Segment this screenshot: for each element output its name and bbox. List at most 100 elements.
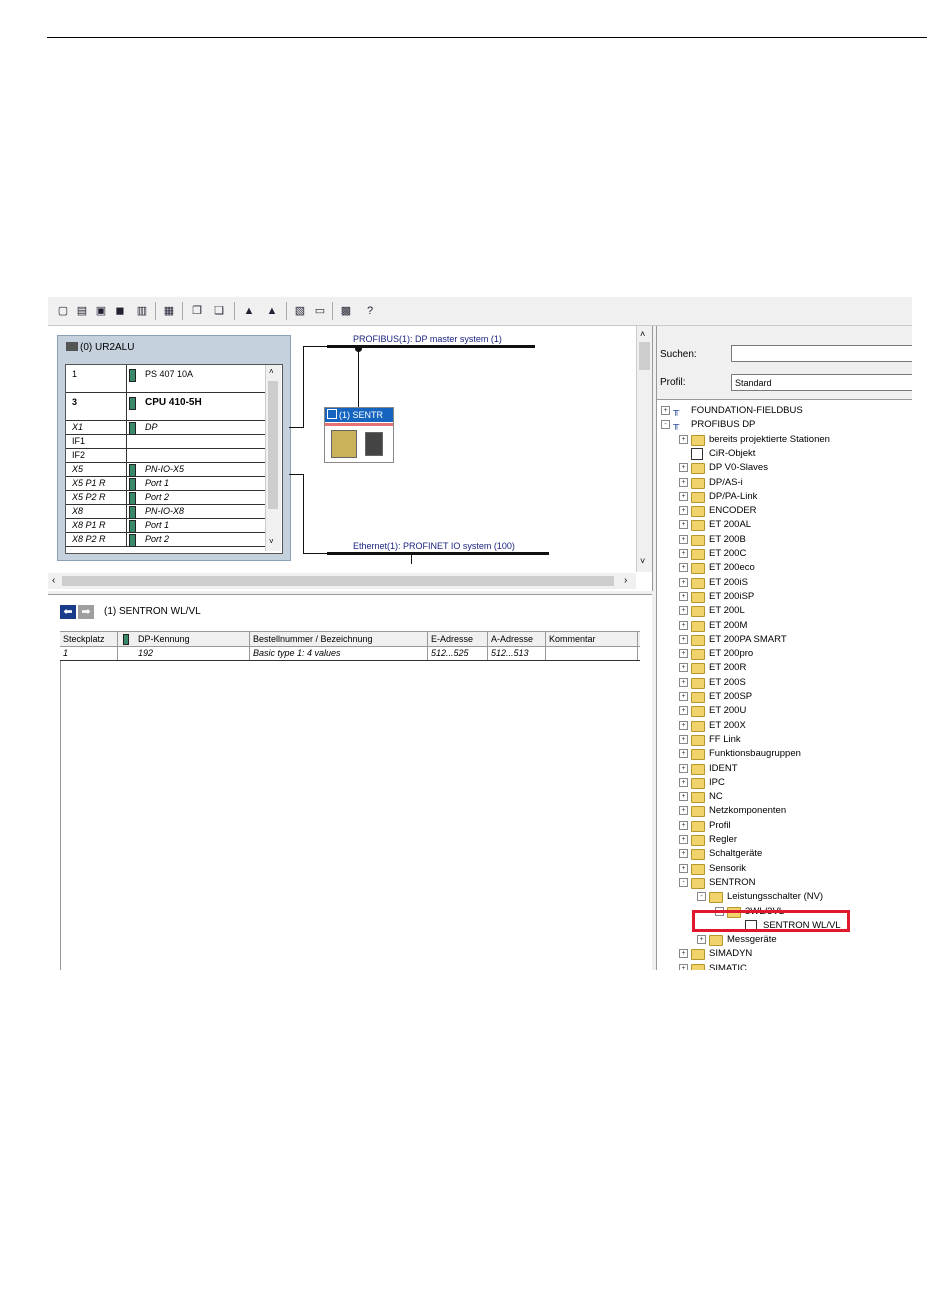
expand-icon[interactable]: +: [679, 491, 688, 501]
expand-icon[interactable]: +: [679, 949, 688, 959]
expand-icon[interactable]: +: [679, 792, 688, 802]
rack-module[interactable]: CPU 410-5H: [126, 393, 267, 420]
rack-module[interactable]: Port 2: [126, 491, 267, 505]
expand-icon[interactable]: +: [679, 591, 688, 601]
expand-icon[interactable]: +: [679, 820, 688, 830]
cell-dp-id[interactable]: 192: [118, 646, 250, 660]
paste-icon[interactable]: ❏: [211, 303, 227, 319]
netpro-icon[interactable]: ▩: [338, 303, 354, 319]
expand-icon[interactable]: +: [679, 706, 688, 716]
col-header-slot[interactable]: Steckplatz: [60, 632, 118, 646]
scroll-right-icon[interactable]: ›: [624, 575, 627, 586]
rack-row[interactable]: X5 P1 R Port 1: [66, 477, 266, 491]
expand-icon[interactable]: +: [679, 506, 688, 516]
rack-row[interactable]: X5 P2 R Port 2: [66, 491, 266, 505]
expand-icon[interactable]: +: [679, 963, 688, 970]
expand-icon[interactable]: +: [679, 534, 688, 544]
scroll-up-icon[interactable]: ˄: [640, 329, 645, 339]
catalog-station-icon[interactable]: ▲: [241, 303, 257, 319]
expand-icon[interactable]: +: [679, 777, 688, 787]
rack-row[interactable]: X8 P1 R Port 1: [66, 519, 266, 533]
catalog-network-icon[interactable]: ▲: [264, 303, 280, 319]
expand-icon[interactable]: +: [679, 692, 688, 701]
rack-row[interactable]: X8 PN-IO-X8: [66, 505, 266, 519]
cell-output-address[interactable]: 512...513: [488, 646, 546, 660]
expand-icon[interactable]: +: [679, 434, 688, 444]
table-row[interactable]: 1 192 Basic type 1: 4 values 512...525 5…: [60, 646, 640, 661]
cell-input-address[interactable]: 512...525: [428, 646, 488, 660]
save-icon[interactable]: ▣: [93, 303, 109, 319]
scroll-down-icon[interactable]: ˅: [269, 537, 274, 546]
rack-module[interactable]: Port 2: [126, 533, 267, 547]
rack-row[interactable]: IF1: [66, 435, 266, 449]
expand-icon[interactable]: +: [679, 849, 688, 859]
station-rack-window[interactable]: (0) UR2ALU 1 PS 407 10A 3 CPU 410-5H X1 DP IF1…: [57, 335, 291, 561]
rack-row[interactable]: 1 PS 407 10A: [66, 365, 266, 393]
station-vscroll[interactable]: ˄ ˅: [636, 326, 652, 572]
rack-module[interactable]: Port 1: [126, 519, 267, 533]
rack-row[interactable]: X8 P2 R Port 2: [66, 533, 266, 547]
copy-icon[interactable]: ❐: [189, 303, 205, 319]
hardware-catalog-icon[interactable]: ▧: [292, 303, 308, 319]
expand-icon[interactable]: +: [679, 663, 688, 673]
expand-icon[interactable]: +: [679, 477, 688, 487]
rack-row[interactable]: IF2: [66, 449, 266, 463]
profile-select[interactable]: Standard: [731, 374, 912, 391]
station-hscroll[interactable]: ‹ ›: [48, 573, 636, 589]
expand-icon[interactable]: +: [679, 835, 688, 844]
collapse-icon[interactable]: -: [697, 892, 706, 902]
expand-icon[interactable]: +: [679, 677, 688, 687]
expand-icon[interactable]: +: [679, 649, 688, 659]
col-header-output-address[interactable]: A-Adresse: [488, 632, 546, 646]
collapse-icon[interactable]: -: [661, 420, 670, 430]
rack-row[interactable]: X1 DP: [66, 421, 266, 435]
rack-row[interactable]: X5 PN-IO-X5: [66, 463, 266, 477]
scroll-up-icon[interactable]: ˄: [269, 367, 274, 376]
forward-arrow-icon[interactable]: ➡: [78, 605, 94, 619]
expand-icon[interactable]: +: [679, 863, 688, 873]
rack-module[interactable]: PN-IO-X5: [126, 463, 267, 477]
expand-icon[interactable]: +: [679, 463, 688, 473]
rack-module[interactable]: PS 407 10A: [126, 365, 267, 392]
cell-slot[interactable]: 1: [60, 646, 118, 660]
collapse-icon[interactable]: -: [679, 877, 688, 887]
scroll-thumb[interactable]: [639, 342, 650, 370]
scroll-thumb[interactable]: [268, 381, 278, 509]
col-header-order-number[interactable]: Bestellnummer / Bezeichnung: [250, 632, 428, 646]
expand-icon[interactable]: +: [679, 577, 688, 587]
expand-icon[interactable]: +: [679, 606, 688, 616]
scroll-left-icon[interactable]: ‹: [52, 575, 55, 586]
rack-scrollbar[interactable]: ˄ ˅: [265, 365, 281, 551]
print-icon[interactable]: ▦: [161, 303, 177, 319]
expand-icon[interactable]: +: [679, 549, 688, 558]
col-header-dp-id[interactable]: DP-Kennung: [118, 632, 250, 646]
rack-row[interactable]: 3 CPU 410-5H: [66, 393, 266, 421]
expand-icon[interactable]: +: [679, 763, 688, 773]
expand-icon[interactable]: +: [679, 720, 688, 730]
help-icon[interactable]: ?: [362, 303, 378, 319]
cell-comment[interactable]: [546, 646, 638, 660]
new-icon[interactable]: ▢: [55, 303, 71, 319]
expand-icon[interactable]: +: [679, 634, 688, 644]
download-icon[interactable]: ▥: [134, 303, 150, 319]
expand-icon[interactable]: +: [679, 520, 688, 530]
col-header-comment[interactable]: Kommentar: [546, 632, 638, 646]
scroll-thumb[interactable]: [62, 576, 614, 586]
rack-module[interactable]: DP: [126, 421, 267, 435]
cell-order-number[interactable]: Basic type 1: 4 values: [250, 646, 428, 660]
back-arrow-icon[interactable]: ⬅: [60, 605, 76, 619]
ethernet-line[interactable]: [327, 552, 549, 555]
rack-module[interactable]: [126, 449, 267, 462]
save-compile-icon[interactable]: ◼: [112, 303, 128, 319]
rack-module[interactable]: [126, 435, 267, 448]
expand-icon[interactable]: +: [697, 935, 706, 945]
expand-icon[interactable]: +: [679, 620, 688, 630]
expand-icon[interactable]: +: [661, 406, 670, 415]
rack-module[interactable]: Port 1: [126, 477, 267, 491]
open-icon[interactable]: ▤: [74, 303, 90, 319]
search-input[interactable]: [731, 345, 912, 362]
col-header-input-address[interactable]: E-Adresse: [428, 632, 488, 646]
configure-icon[interactable]: ▭: [312, 303, 328, 319]
scroll-down-icon[interactable]: ˅: [640, 556, 645, 566]
expand-icon[interactable]: +: [679, 563, 688, 573]
